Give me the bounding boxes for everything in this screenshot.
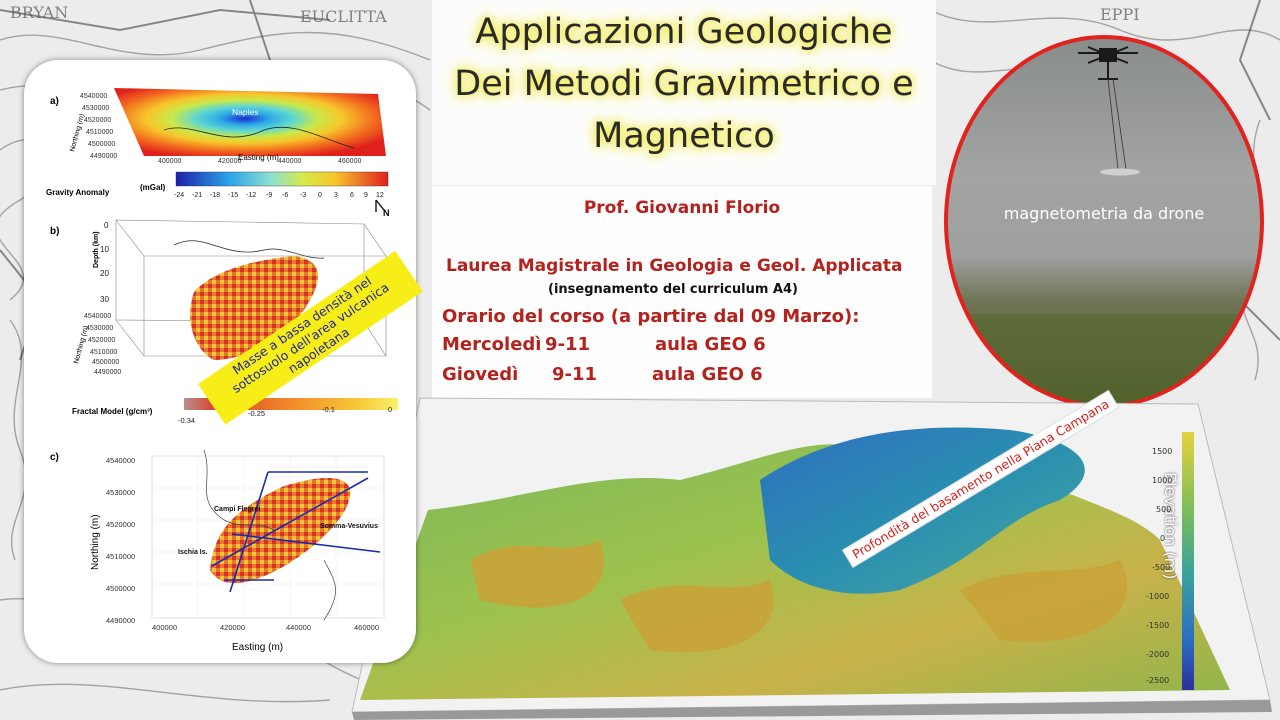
panel-b-y-tick: 4500000 bbox=[92, 359, 119, 366]
panel-c-x-tick: 460000 bbox=[354, 623, 379, 632]
fractal-tick: -0.34 bbox=[178, 416, 195, 425]
elevation-tick: -500 bbox=[1152, 563, 1171, 572]
fractal-tick: -0.1 bbox=[322, 405, 335, 414]
panel-b-y-tick: 4530000 bbox=[86, 325, 113, 332]
elevation-tick: -1500 bbox=[1146, 621, 1170, 630]
elevation-tick: -1000 bbox=[1146, 592, 1170, 601]
panel-a-y-tick: 4510000 bbox=[86, 129, 113, 136]
panel-b-y-tick: 4540000 bbox=[84, 313, 111, 320]
depth-axis-label: Depth (km) bbox=[93, 231, 100, 268]
gravity-anomaly-map bbox=[114, 88, 386, 156]
gravity-tick: -12 bbox=[246, 192, 256, 199]
elevation-tick: 500 bbox=[1156, 505, 1172, 514]
gravity-tick: 0 bbox=[318, 192, 322, 199]
gravity-tick: -24 bbox=[174, 192, 184, 199]
elevation-colorbar bbox=[1182, 432, 1194, 690]
panel-c-x-label: Easting (m) bbox=[232, 642, 283, 653]
panel-c-x-tick: 400000 bbox=[152, 623, 177, 632]
panel-c-y-tick: 4500000 bbox=[106, 584, 135, 593]
panel-a-y-tick: 4520000 bbox=[84, 117, 111, 124]
panel-b-y-tick: 4520000 bbox=[88, 337, 115, 344]
panel-c-x-tick: 420000 bbox=[220, 623, 245, 632]
panel-a-x-tick: 460000 bbox=[338, 158, 361, 165]
panel-a-y-tick: 4540000 bbox=[80, 93, 107, 100]
gravity-tick: 9 bbox=[364, 192, 368, 199]
panel-c-y-tick: 4530000 bbox=[106, 488, 135, 497]
fractal-tick: 0 bbox=[388, 405, 392, 414]
campi-flegrei-label: Campi Flegrei bbox=[214, 506, 260, 513]
ischia-label: Ischia Is. bbox=[178, 549, 208, 556]
gravity-tick: -9 bbox=[266, 192, 272, 199]
gravity-tick: -21 bbox=[192, 192, 202, 199]
elevation-tick: 0 bbox=[1160, 534, 1166, 543]
panel-b-tag: b) bbox=[50, 226, 59, 237]
gravity-colorbar-label: Gravity Anomaly bbox=[46, 188, 110, 197]
depth-tick: 10 bbox=[100, 245, 109, 254]
gravity-colorbar-unit: (mGal) bbox=[140, 183, 166, 192]
somma-vesuvius-label: Somma-Vesuvius bbox=[320, 523, 378, 530]
elevation-tick: 1000 bbox=[1152, 476, 1173, 485]
depth-tick: 30 bbox=[100, 295, 109, 304]
fractal-tick: -0.25 bbox=[248, 409, 265, 418]
fractal-colorbar-label: Fractal Model (g/cm³) bbox=[72, 407, 153, 416]
gravity-tick: -3 bbox=[300, 192, 306, 199]
panel-c-y-tick: 4540000 bbox=[106, 456, 135, 465]
gravity-tick: 3 bbox=[334, 192, 338, 199]
gravity-tick: 12 bbox=[376, 192, 384, 199]
elevation-tick: 1500 bbox=[1152, 447, 1173, 456]
north-label: N bbox=[383, 208, 390, 218]
panel-c-x-tick: 440000 bbox=[286, 623, 311, 632]
panel-b-y-label: Northing (m) bbox=[73, 325, 90, 364]
panel-c-y-label: Northing (m) bbox=[90, 514, 101, 570]
panel-a-tag: a) bbox=[50, 96, 59, 107]
gravity-tick: -15 bbox=[228, 192, 238, 199]
panel-b-y-tick: 4510000 bbox=[90, 349, 117, 356]
gravity-colorbar bbox=[175, 171, 389, 187]
gravity-tick: 6 bbox=[350, 192, 354, 199]
panel-c-y-tick: 4510000 bbox=[106, 552, 135, 561]
panel-c-y-tick: 4520000 bbox=[106, 520, 135, 529]
gravity-figure-panel: a) Naples 4540000 4530000 4520000 451000… bbox=[24, 60, 416, 663]
panel-a-y-label: Northing (m) bbox=[69, 113, 86, 152]
panel-a-x-tick: 400000 bbox=[158, 158, 181, 165]
elevation-tick: -2500 bbox=[1146, 676, 1170, 685]
panel-a-x-label: Easting (m) bbox=[238, 153, 279, 162]
naples-label: Naples bbox=[232, 107, 258, 117]
depth-tick: 0 bbox=[104, 221, 109, 230]
gravity-tick: -18 bbox=[210, 192, 220, 199]
depth-tick: 20 bbox=[100, 269, 109, 278]
gravity-tick: -6 bbox=[282, 192, 288, 199]
panel-a-y-tick: 4530000 bbox=[82, 105, 109, 112]
panel-c-y-tick: 4490000 bbox=[106, 616, 135, 625]
gravity-figure: a) Naples 4540000 4530000 4520000 451000… bbox=[46, 88, 398, 653]
elevation-tick: -2000 bbox=[1146, 650, 1170, 659]
panel-a-x-tick: 440000 bbox=[278, 158, 301, 165]
panel-a-y-tick: 4490000 bbox=[90, 153, 117, 160]
panel-a-y-tick: 4500000 bbox=[88, 141, 115, 148]
panel-b-y-tick: 4490000 bbox=[94, 369, 121, 376]
panel-c-tag: c) bbox=[50, 452, 59, 463]
